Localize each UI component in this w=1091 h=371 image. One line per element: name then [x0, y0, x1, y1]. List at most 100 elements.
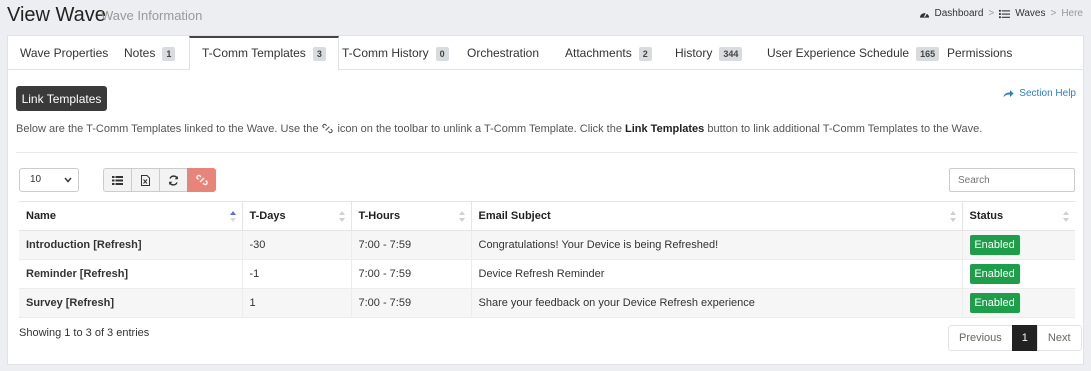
column-toggle-button[interactable]: [103, 168, 132, 192]
tab-label: Wave Properties: [20, 46, 109, 60]
tab-history[interactable]: History 344: [663, 36, 754, 70]
column-label: Status: [969, 210, 1004, 222]
section-help-label: Section Help: [1019, 88, 1076, 99]
divider: [16, 152, 1077, 153]
tab-permissions[interactable]: Permissions: [935, 36, 1024, 70]
column-label: Email Subject: [478, 210, 551, 222]
excel-file-icon: [141, 174, 150, 186]
breadcrumb-separator: >: [1050, 8, 1057, 19]
tab-bar: Wave Properties Notes 1 T-Comm Templates 3…: [8, 36, 1083, 71]
table-toolbar: [103, 168, 216, 192]
breadcrumb-waves[interactable]: Waves: [1015, 8, 1045, 19]
description-part2: icon on the toolbar to unlink a T-Comm T…: [337, 123, 622, 135]
sort-icon: [1063, 211, 1069, 222]
tab-label: History: [675, 46, 713, 60]
cell-email-subject: Share your feedback on your Device Refre…: [470, 288, 962, 318]
column-label: T-Days: [249, 210, 286, 222]
cell-t-hours: 7:00 - 7:59: [350, 288, 471, 318]
status-enabled-button[interactable]: Enabled: [969, 264, 1020, 284]
status-enabled-button[interactable]: Enabled: [969, 235, 1020, 255]
tab-t-comm-templates[interactable]: T-Comm Templates 3: [189, 36, 339, 71]
table-row[interactable]: Survey [Refresh] 1 7:00 - 7:59 Share you…: [19, 288, 1075, 318]
column-header-email-subject[interactable]: Email Subject: [470, 201, 962, 231]
cell-name: Introduction [Refresh]: [19, 230, 242, 260]
count-badge: 344: [719, 46, 743, 61]
content-panel: Wave Properties Notes 1 T-Comm Templates 3…: [7, 35, 1084, 365]
page-header: View Wave Wave Information Dashboard > W…: [7, 2, 1087, 30]
export-excel-button[interactable]: [131, 168, 160, 192]
unlink-button[interactable]: [187, 168, 216, 192]
tab-label: Attachments: [565, 46, 632, 60]
tab-wave-properties[interactable]: Wave Properties: [8, 36, 120, 70]
pagination: Previous 1 Next: [948, 325, 1082, 351]
link-templates-button[interactable]: Link Templates: [16, 86, 107, 111]
description-part1: Below are the T-Comm Templates linked to…: [16, 123, 319, 135]
count-badge: 2: [638, 46, 652, 61]
page-size-value: 10: [30, 174, 42, 185]
tab-attachments[interactable]: Attachments 2: [553, 36, 664, 70]
column-label: T-Hours: [358, 210, 401, 222]
description-bold: Link Templates: [625, 123, 705, 135]
count-badge: 0: [435, 46, 449, 61]
cell-email-subject: Congratulations! Your Device is being Re…: [470, 230, 962, 260]
search-input[interactable]: [949, 168, 1075, 192]
sort-asc-icon: [229, 211, 236, 222]
tab-label: Notes: [124, 46, 156, 60]
breadcrumb-current: Here: [1061, 8, 1083, 19]
description-text: Below are the T-Comm Templates linked to…: [16, 122, 982, 136]
list-icon: [112, 175, 123, 185]
column-header-status[interactable]: Status: [961, 201, 1075, 231]
page-title: View Wave: [7, 4, 106, 26]
column-header-t-days[interactable]: T-Days: [241, 201, 351, 231]
tab-label: T-Comm History: [342, 46, 429, 60]
count-badge: 3: [312, 46, 326, 61]
breadcrumb-dashboard[interactable]: Dashboard: [935, 8, 984, 19]
column-header-name[interactable]: Name: [19, 201, 242, 231]
page-1-button[interactable]: 1: [1011, 325, 1038, 351]
list-icon: [999, 9, 1011, 18]
section-help-link[interactable]: Section Help: [1003, 88, 1076, 99]
refresh-button[interactable]: [159, 168, 188, 192]
page-size-select[interactable]: 10: [19, 168, 79, 192]
sort-icon: [458, 211, 465, 222]
breadcrumb-separator: >: [988, 8, 995, 19]
page-subtitle: Wave Information: [101, 8, 203, 23]
table-row[interactable]: Introduction [Refresh] -30 7:00 - 7:59 C…: [19, 230, 1075, 260]
share-arrow-icon: [1003, 90, 1014, 98]
tab-label: Orchestration: [467, 46, 540, 60]
table-info: Showing 1 to 3 of 3 entries: [19, 327, 150, 339]
cell-t-days: -30: [241, 230, 351, 260]
sort-icon: [949, 211, 956, 222]
templates-table: Name T-Days T-Hours Email Subject Status…: [19, 201, 1075, 318]
description-part3: button to link additional T-Comm Templat…: [707, 123, 983, 135]
next-page-button[interactable]: Next: [1036, 325, 1082, 351]
refresh-icon: [168, 174, 179, 186]
cell-status: Enabled: [961, 259, 1075, 289]
count-badge: 1: [162, 46, 176, 61]
table-header-row: Name T-Days T-Hours Email Subject Status: [19, 201, 1075, 231]
unlink-icon: [195, 174, 208, 186]
cell-email-subject: Device Refresh Reminder: [470, 259, 962, 289]
breadcrumb: Dashboard > Waves > Here: [919, 8, 1083, 19]
unlink-icon: [322, 123, 334, 134]
tab-label: Permissions: [947, 46, 1013, 60]
status-enabled-button[interactable]: Enabled: [969, 293, 1020, 313]
cell-t-days: -1: [241, 259, 351, 289]
table-row[interactable]: Reminder [Refresh] -1 7:00 - 7:59 Device…: [19, 259, 1075, 289]
cell-status: Enabled: [961, 288, 1075, 318]
chevron-down-icon: [64, 177, 72, 183]
tab-orchestration[interactable]: Orchestration: [455, 36, 551, 70]
cell-name: Survey [Refresh]: [19, 288, 242, 318]
cell-name: Reminder [Refresh]: [19, 259, 242, 289]
column-header-t-hours[interactable]: T-Hours: [350, 201, 471, 231]
tab-label: User Experience Schedule: [767, 46, 910, 60]
column-label: Name: [26, 210, 56, 222]
tab-label: T-Comm Templates: [202, 46, 306, 60]
tab-t-comm-history[interactable]: T-Comm History 0: [330, 36, 461, 70]
cell-t-hours: 7:00 - 7:59: [350, 259, 471, 289]
previous-page-button[interactable]: Previous: [948, 325, 1013, 351]
tab-notes[interactable]: Notes 1: [112, 36, 187, 70]
cell-t-hours: 7:00 - 7:59: [350, 230, 471, 260]
tab-user-experience-schedule[interactable]: User Experience Schedule 165: [755, 36, 951, 70]
cell-status: Enabled: [961, 230, 1075, 260]
